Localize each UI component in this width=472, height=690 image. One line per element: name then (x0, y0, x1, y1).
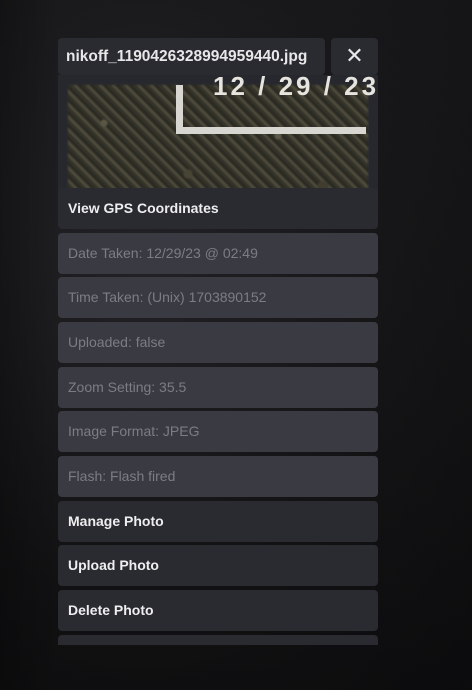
filename-title: nikoff_1190426328994959440.jpg (58, 38, 325, 75)
image-format-info: Image Format: JPEG (58, 411, 378, 452)
photo-details-panel: nikoff_1190426328994959440.jpg ✕ 12 / 29… (58, 38, 378, 645)
upload-photo-button[interactable]: Upload Photo (58, 545, 378, 586)
manage-photo-button[interactable]: Manage Photo (58, 501, 378, 542)
close-button[interactable]: ✕ (331, 38, 378, 75)
flash-info: Flash: Flash fired (58, 456, 378, 497)
time-taken-info: Time Taken: (Unix) 1703890152 (58, 277, 378, 318)
zoom-setting-info: Zoom Setting: 35.5 (58, 367, 378, 408)
date-taken-info: Date Taken: 12/29/23 @ 02:49 (58, 233, 378, 274)
view-gps-coordinates-button[interactable]: View GPS Coordinates (58, 188, 378, 229)
panel-header: nikoff_1190426328994959440.jpg ✕ (58, 38, 378, 75)
next-menu-item-partial[interactable] (58, 635, 378, 645)
uploaded-info: Uploaded: false (58, 322, 378, 363)
photo-date-stamp: 12 / 29 / 23 3: (213, 71, 378, 101)
close-icon: ✕ (345, 43, 364, 68)
delete-photo-button[interactable]: Delete Photo (58, 590, 378, 631)
